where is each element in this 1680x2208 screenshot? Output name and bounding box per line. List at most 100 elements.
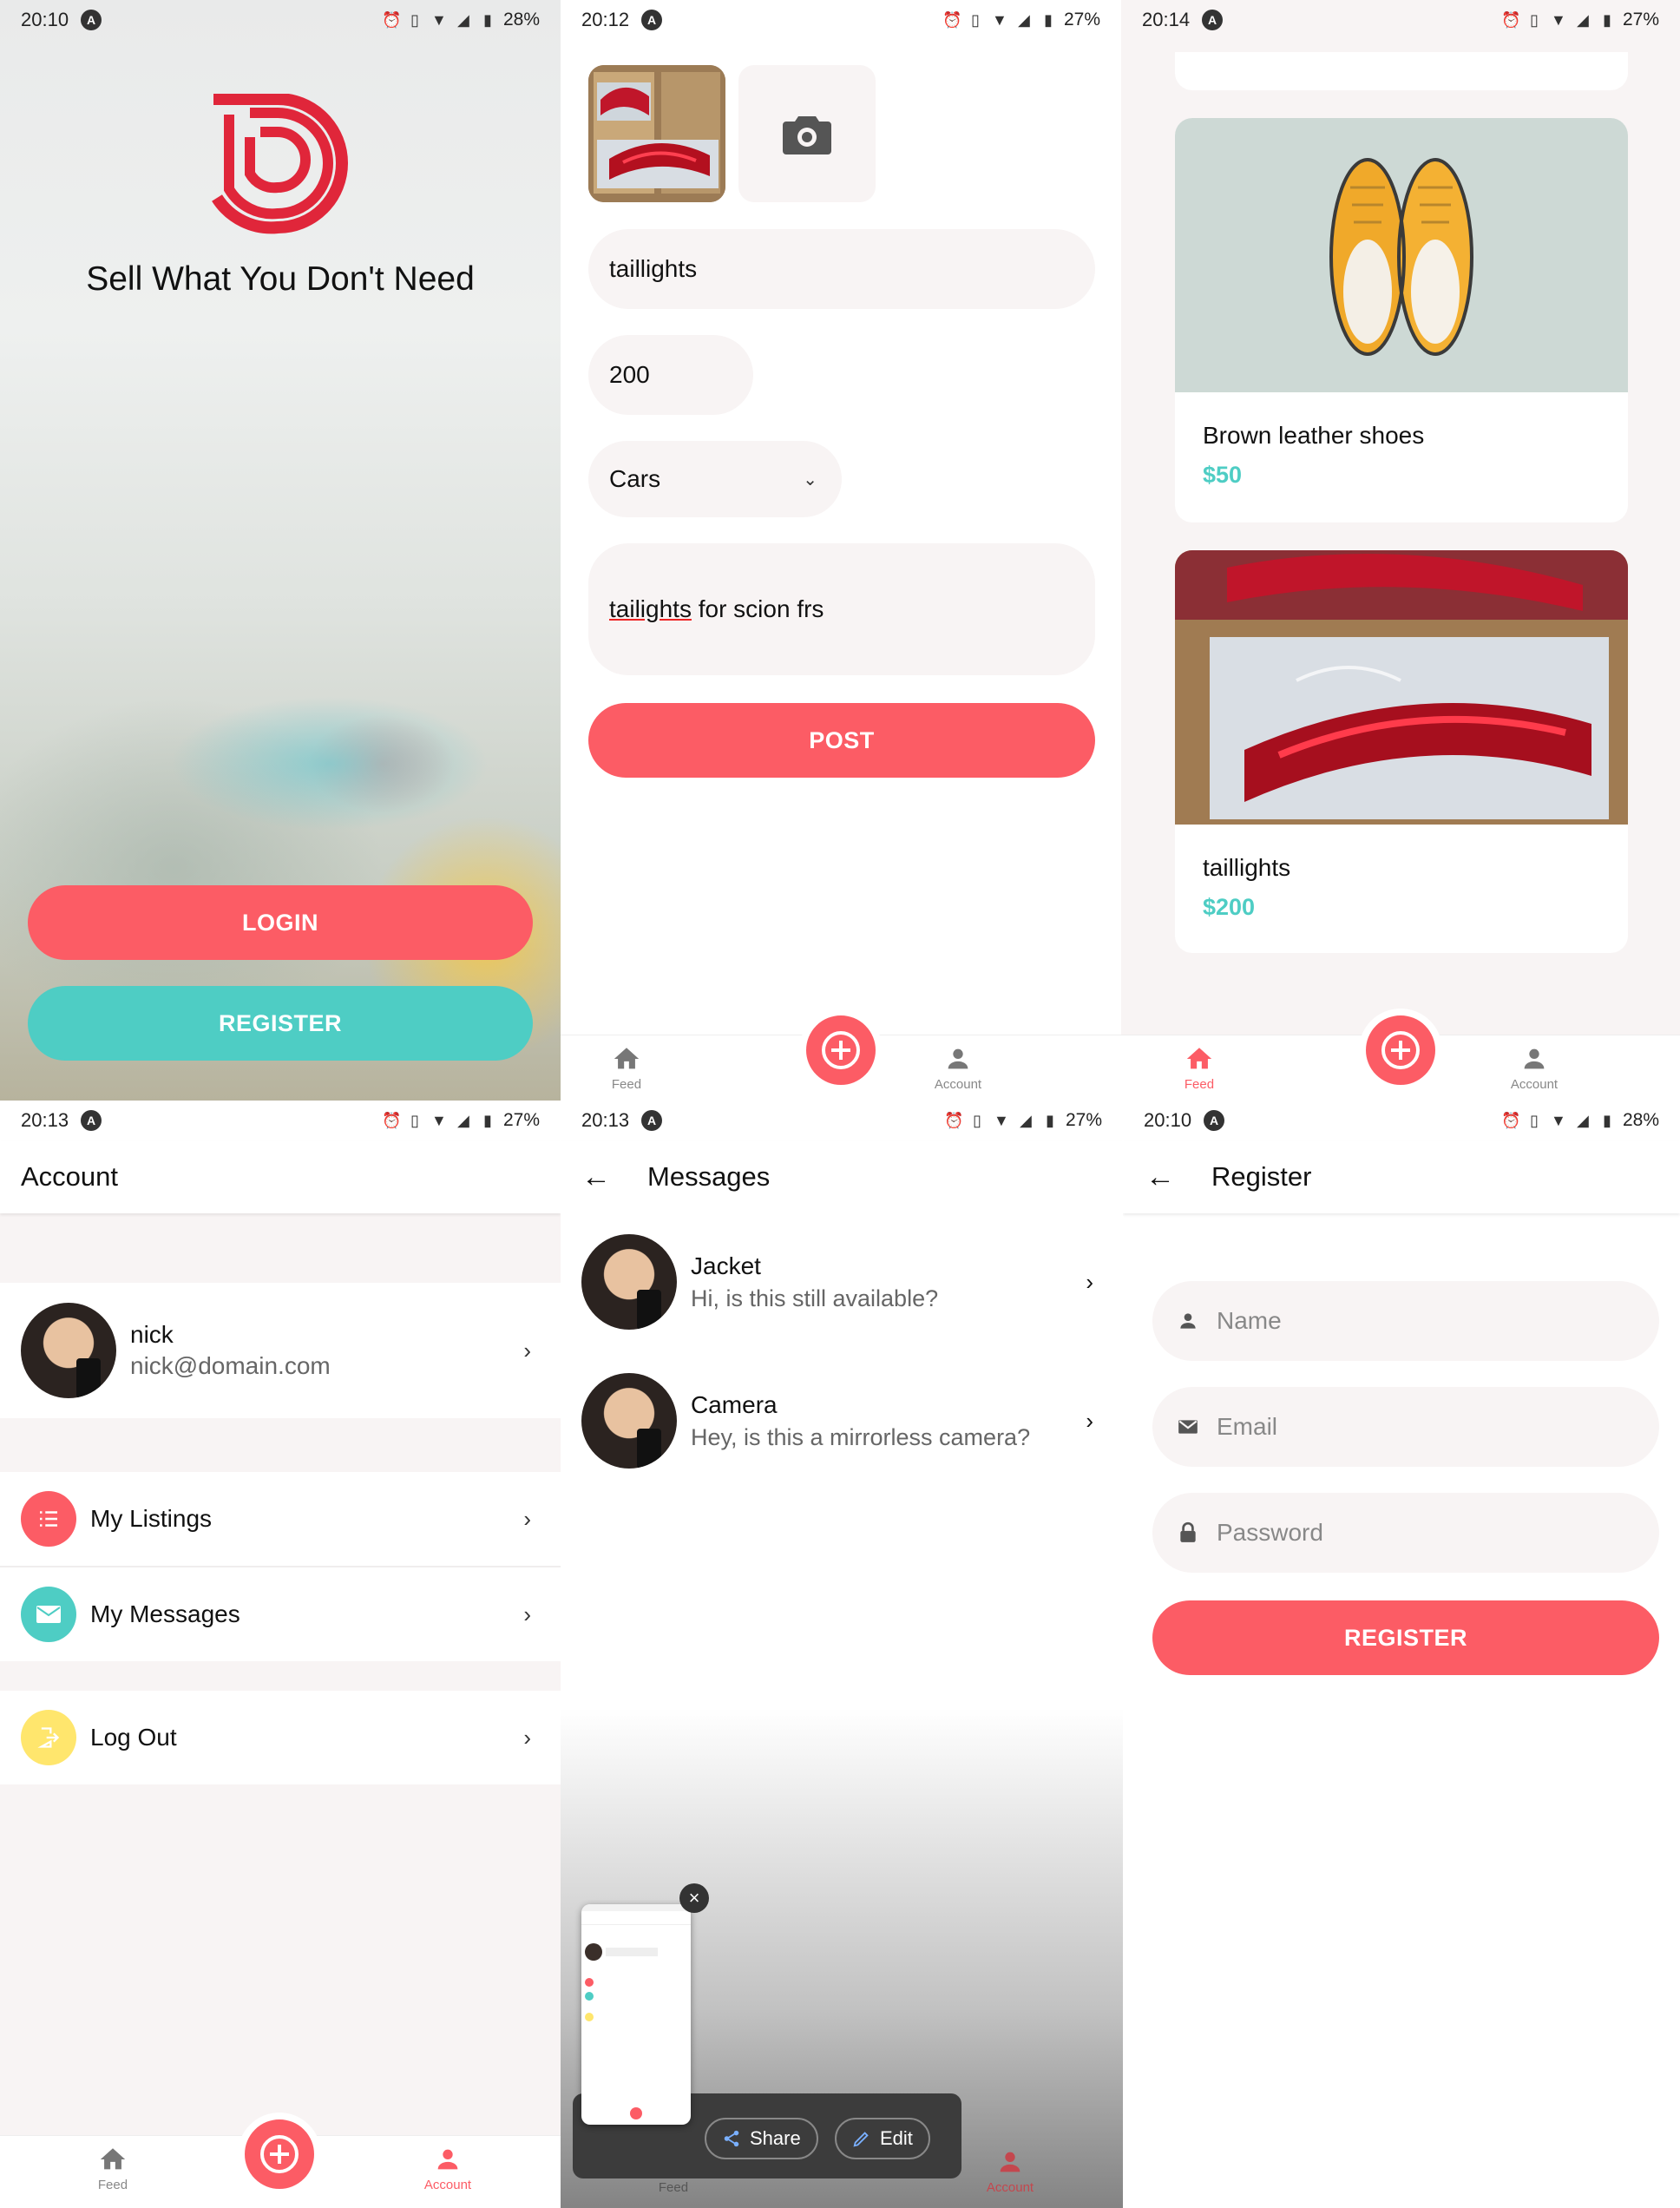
wifi-icon: ▼ (1551, 11, 1566, 29)
nav-feed[interactable]: Feed (574, 1044, 679, 1092)
alarm-icon: ⏰ (381, 1112, 402, 1129)
app-notification-icon: A (1204, 1110, 1225, 1131)
listing-card-partial[interactable] (1175, 52, 1628, 90)
message-title: Jacket (691, 1252, 761, 1279)
close-icon[interactable]: × (679, 1883, 709, 1913)
battery-level: 28% (502, 10, 540, 30)
signal-icon: ◢ (1018, 11, 1030, 29)
menu-item-my-listings[interactable]: My Listings › (0, 1472, 561, 1566)
chevron-right-icon: › (1086, 1407, 1093, 1434)
plus-circle-icon (822, 1031, 860, 1069)
edit-button[interactable]: Edit (835, 2118, 930, 2159)
alarm-icon: ⏰ (1500, 11, 1521, 29)
status-bar: 20:10 A ⏰ ▯ ▼ ◢ ▮ 28% (0, 0, 561, 40)
alarm-icon: ⏰ (381, 11, 402, 29)
category-picker[interactable]: Cars ⌄ (588, 441, 842, 517)
register-button[interactable]: REGISTER (28, 986, 533, 1061)
chevron-right-icon: › (523, 1600, 531, 1627)
user-email: nick@domain.com (130, 1352, 331, 1379)
price-input[interactable]: 200 (588, 335, 753, 415)
message-preview: Hey, is this a mirrorless camera? (691, 1423, 1031, 1450)
lock-icon (1180, 1521, 1196, 1542)
wifi-icon: ▼ (994, 1112, 1009, 1129)
tagline: Sell What You Don't Need (86, 260, 475, 298)
listing-card[interactable]: Brown leather shoes $50 (1175, 118, 1628, 522)
register-submit-button[interactable]: REGISTER (1152, 1600, 1659, 1675)
menu-item-log-out[interactable]: Log Out › (0, 1691, 561, 1784)
alarm-icon: ⏰ (942, 11, 962, 29)
share-button[interactable]: Share (705, 2118, 818, 2159)
new-listing-button[interactable] (238, 2113, 321, 2196)
listing-image (1175, 118, 1628, 392)
chevron-right-icon: › (523, 1505, 531, 1532)
new-listing-button[interactable] (1359, 1009, 1442, 1092)
taillights-photo (588, 65, 725, 202)
nav-account[interactable]: Account (396, 2145, 500, 2192)
account-icon (948, 1048, 968, 1069)
vibrate-icon: ▯ (973, 1112, 981, 1129)
vibrate-icon: ▯ (1530, 1112, 1539, 1129)
avatar (581, 1234, 677, 1330)
avatar (21, 1303, 116, 1398)
nav-account[interactable]: Account (1482, 1044, 1586, 1092)
home-icon (100, 2148, 126, 2170)
camera-icon (783, 116, 831, 154)
title-input[interactable]: taillights (588, 229, 1095, 309)
alarm-icon: ⏰ (943, 1112, 964, 1129)
back-arrow-icon[interactable]: ← (1145, 1160, 1175, 1194)
app-notification-icon: A (641, 1110, 663, 1131)
account-icon (1000, 2152, 1020, 2172)
message-preview: Hi, is this still available? (691, 1285, 939, 1311)
name-field[interactable]: Name (1152, 1281, 1659, 1361)
avatar (581, 1373, 677, 1469)
message-item[interactable]: Camera Hey, is this a mirrorless camera?… (561, 1352, 1123, 1489)
battery-icon: ▮ (1044, 11, 1053, 29)
nav-feed-label: Feed (611, 1077, 642, 1092)
email-field[interactable]: Email (1152, 1387, 1659, 1467)
battery-level: 27% (1622, 10, 1659, 30)
shoes-photo (1329, 158, 1473, 356)
status-icons: ⏰ ▯ ▼ ◢ ▮ 27% (942, 10, 1100, 30)
status-bar: 20:12 A ⏰ ▯ ▼ ◢ ▮ 27% (561, 0, 1121, 40)
battery-icon: ▮ (1603, 1112, 1611, 1129)
pencil-icon (853, 2132, 869, 2147)
add-image-button[interactable] (738, 65, 876, 202)
listing-price: $200 (1203, 894, 1256, 920)
menu-item-label: Log Out (90, 1724, 177, 1751)
nav-feed-label: Feed (97, 2178, 128, 2192)
status-icons: ⏰ ▯ ▼ ◢ ▮ 27% (1501, 10, 1659, 30)
screenshot-preview-thumbnail[interactable] (581, 1904, 691, 2125)
nav-feed[interactable]: Feed (61, 2145, 165, 2192)
login-button[interactable]: LOGIN (28, 885, 533, 960)
vibrate-icon: ▯ (410, 11, 419, 29)
nav-account-label: Account (1510, 1077, 1559, 1092)
app-notification-icon: A (81, 1110, 102, 1131)
battery-level: 27% (1063, 10, 1100, 30)
category-value: Cars (609, 465, 661, 492)
listing-price: $50 (1203, 462, 1243, 488)
password-field[interactable]: Password (1152, 1493, 1659, 1573)
vibrate-icon: ▯ (410, 1112, 419, 1129)
nav-account[interactable]: Account (906, 1044, 1010, 1092)
listing-edit-screen: 20:12 A ⏰ ▯ ▼ ◢ ▮ 27% taillights 200 Car… (561, 0, 1121, 1101)
nav-account[interactable]: Account (958, 2147, 1062, 2195)
description-text: for scion frs (691, 595, 824, 622)
account-screen: 20:13 A ⏰ ▯ ▼ ◢ ▮ 27% Account nick nick@… (0, 1101, 561, 2208)
listing-card[interactable]: taillights $200 (1175, 550, 1628, 953)
nav-feed-label: Feed (1184, 1077, 1215, 1092)
chevron-right-icon: › (523, 1724, 531, 1751)
message-item[interactable]: Jacket Hi, is this still available? › (561, 1213, 1123, 1350)
new-listing-button[interactable] (799, 1009, 883, 1092)
description-input[interactable]: tailights for scion frs (588, 543, 1095, 675)
share-label: Share (750, 2127, 801, 2149)
menu-item-my-messages[interactable]: My Messages › (0, 1567, 561, 1661)
user-profile-row[interactable]: nick nick@domain.com › (0, 1283, 561, 1418)
nav-feed[interactable]: Feed (1147, 1044, 1251, 1092)
image-thumbnail[interactable] (588, 65, 725, 202)
app-notification-icon: A (641, 10, 663, 30)
nav-account-label: Account (934, 1077, 982, 1092)
app-bar: Account (0, 1140, 561, 1213)
back-arrow-icon[interactable]: ← (581, 1160, 611, 1194)
post-button[interactable]: POST (588, 703, 1095, 778)
status-time: 20:13 (21, 1109, 69, 1131)
